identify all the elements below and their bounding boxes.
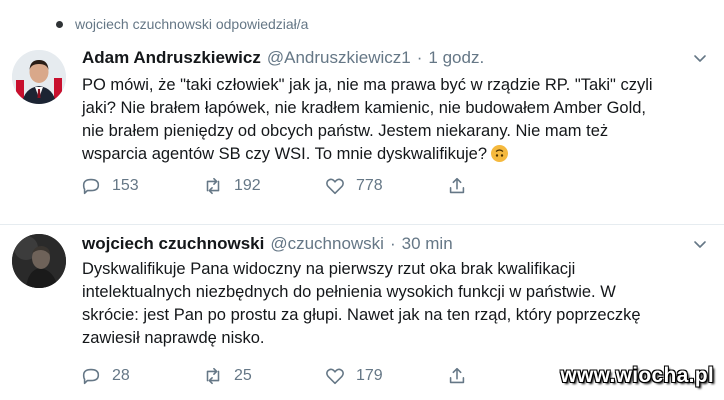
- watermark: www.wiocha.pl: [560, 364, 714, 387]
- share-icon: [449, 177, 465, 194]
- avatar-image: [12, 234, 66, 288]
- reply-count: 153: [112, 177, 139, 194]
- avatar-image: [12, 50, 66, 104]
- timestamp[interactable]: 1 godz.: [428, 48, 484, 68]
- tweet-text-line: intelektualnych niezbędnych do pełnienia…: [82, 283, 616, 301]
- share-icon: [449, 367, 465, 384]
- avatar[interactable]: [12, 234, 66, 288]
- tweet-text-line: Dyskwalifikuje Pana widoczny na pierwszy…: [82, 260, 576, 278]
- dot-icon: [56, 20, 63, 28]
- share-button[interactable]: [446, 365, 568, 387]
- separator: ·: [416, 48, 423, 67]
- tweet-text-line: zawiesił naprawdę nisko.: [82, 329, 265, 347]
- tweet-text-line: skrócie: jest Pan po prostu za głupi. Na…: [82, 306, 641, 324]
- tweet-header: wojciech czuchnowski @czuchnowski · 30 m…: [82, 232, 710, 256]
- tweet-actions: 153 192 778: [80, 174, 568, 198]
- tweet[interactable]: Adam Andruszkiewicz @Andruszkiewicz1 · 1…: [0, 36, 724, 224]
- retweet-icon: [206, 367, 220, 385]
- chevron-down-icon[interactable]: [690, 234, 710, 254]
- reply-button[interactable]: 28: [80, 365, 202, 387]
- reply-icon: [82, 178, 100, 195]
- tweet-text: PO mówi, że "taki człowiek" jak ja, nie …: [82, 74, 712, 166]
- avatar[interactable]: [12, 50, 66, 104]
- reply-context: wojciech czuchnowski odpowiedział/a: [56, 14, 308, 34]
- retweet-count: 25: [234, 367, 252, 384]
- retweet-button[interactable]: 192: [202, 175, 324, 197]
- author-handle[interactable]: @Andruszkiewicz1: [267, 48, 411, 68]
- retweet-button[interactable]: 25: [202, 365, 324, 387]
- like-button[interactable]: 778: [324, 175, 446, 197]
- tweet-text-line: jaki? Nie brałem łapówek, nie kradłem ka…: [82, 99, 647, 117]
- tweet-text: Dyskwalifikuje Pana widoczny na pierwszy…: [82, 258, 712, 350]
- tweet-text-line: PO mówi, że "taki człowiek" jak ja, nie …: [82, 76, 653, 94]
- upside-down-face-emoji: [491, 145, 509, 162]
- like-count: 179: [356, 367, 383, 384]
- separator: ·: [389, 234, 396, 253]
- chevron-down-icon[interactable]: [690, 48, 710, 68]
- author-name[interactable]: Adam Andruszkiewicz: [82, 48, 261, 68]
- heart-icon: [326, 368, 344, 385]
- tweet-divider: [0, 224, 724, 225]
- tweet-text-line: wsparcia agentów SB czy WSI. To mnie dys…: [82, 143, 712, 166]
- reply-context-text: wojciech czuchnowski odpowiedział/a: [75, 16, 309, 32]
- author-handle[interactable]: @czuchnowski: [270, 234, 384, 254]
- author-name[interactable]: wojciech czuchnowski: [82, 234, 264, 254]
- reply-icon: [82, 368, 100, 385]
- like-count: 778: [356, 177, 383, 194]
- heart-icon: [326, 178, 344, 195]
- reply-count: 28: [112, 367, 130, 384]
- tweet-text-line: nie brałem pieniędzy od obcych państw. J…: [82, 122, 609, 140]
- retweet-count: 192: [234, 177, 261, 194]
- tweet-header: Adam Andruszkiewicz @Andruszkiewicz1 · 1…: [82, 46, 710, 70]
- tweet-actions: 28 25 179: [80, 364, 568, 388]
- reply-button[interactable]: 153: [80, 175, 202, 197]
- retweet-icon: [206, 177, 220, 195]
- share-button[interactable]: [446, 175, 568, 197]
- like-button[interactable]: 179: [324, 365, 446, 387]
- timestamp[interactable]: 30 min: [402, 234, 453, 254]
